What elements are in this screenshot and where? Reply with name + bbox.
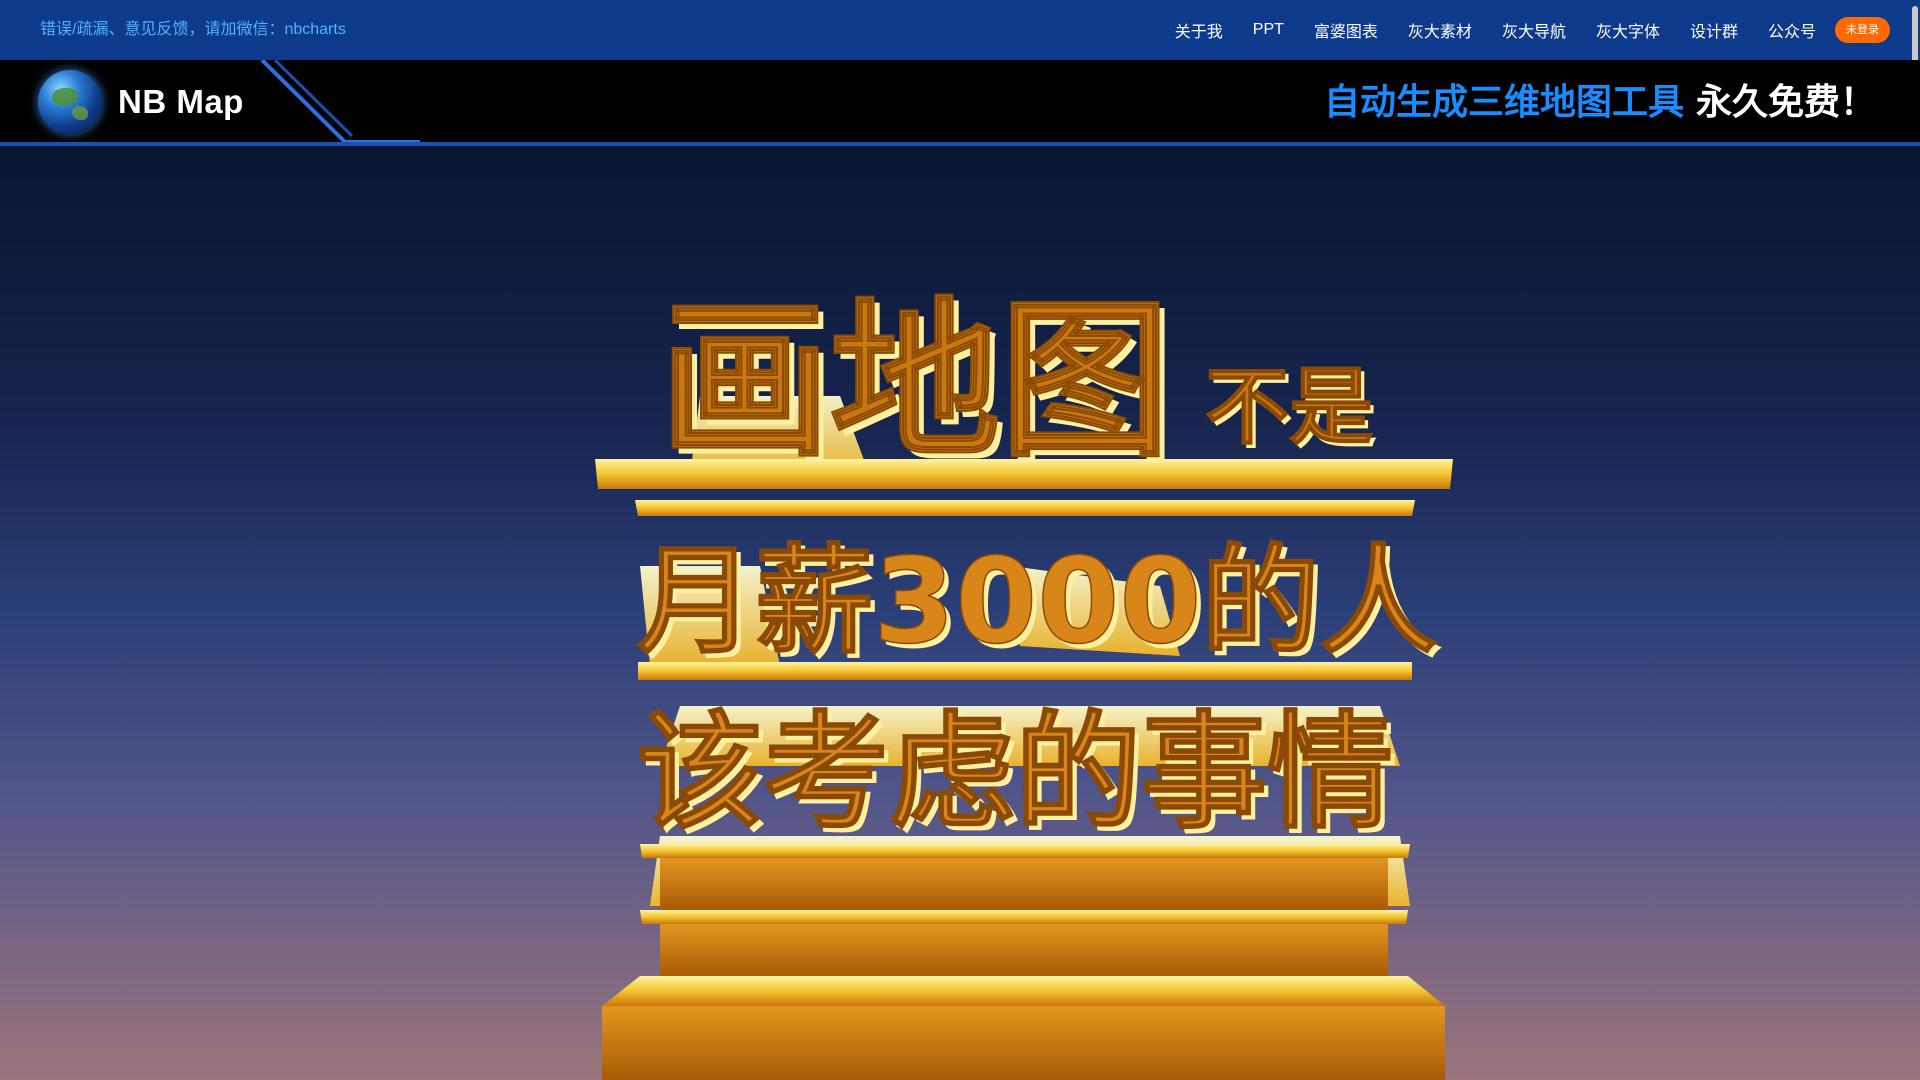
main-nav: 关于我 PPT 富婆图表 灰大素材 灰大导航 灰大字体 设计群 公众号 未登录 (1160, 0, 1890, 60)
nav-item-design-group[interactable]: 设计群 (1690, 18, 1738, 42)
header-slogan: 自动生成三维地图工具 永久免费！ (1324, 60, 1876, 144)
login-button[interactable]: 未登录 (1835, 17, 1890, 43)
hero-line3: 该考虑的事情 (637, 699, 1393, 846)
nav-item-materials[interactable]: 灰大素材 (1408, 18, 1472, 42)
hero-line2: 月薪3000的人 (637, 532, 1437, 670)
nav-item-charts[interactable]: 富婆图表 (1314, 18, 1378, 42)
hero-line1-big: 画地图 (660, 283, 1170, 481)
nav-item-ppt[interactable]: PPT (1253, 21, 1284, 39)
slogan-tail: 永久免费！ (1695, 81, 1876, 122)
top-nav-bar: 错误/疏漏、意见反馈，请加微信：nbcharts 关于我 PPT 富婆图表 灰大… (0, 0, 1920, 70)
slogan-highlight: 自动生成三维地图工具 (1323, 81, 1684, 122)
hero-line1-small: 不是 (1205, 358, 1373, 456)
hero-art: 画地图 画地图 不是 不是 月薪3000的人 月薪3000的人 该考虑的事情 该… (595, 282, 1453, 1080)
feedback-notice: 错误/疏漏、意见反馈，请加微信：nbcharts (40, 21, 346, 38)
hero-banner: 画地图 画地图 不是 不是 月薪3000的人 月薪3000的人 该考虑的事情 该… (0, 146, 1920, 1080)
hero-headline: 画地图 画地图 不是 不是 月薪3000的人 月薪3000的人 该考虑的事情 该… (636, 282, 1442, 851)
nav-item-fonts[interactable]: 灰大字体 (1596, 18, 1660, 42)
app-title[interactable]: NB Map (118, 60, 244, 144)
site-header: NB Map 自动生成三维地图工具 永久免费！ (0, 60, 1920, 146)
nav-item-about[interactable]: 关于我 (1175, 18, 1223, 42)
globe-icon[interactable] (38, 70, 102, 134)
nav-item-wechat-account[interactable]: 公众号 (1768, 18, 1816, 42)
nav-item-navigation[interactable]: 灰大导航 (1502, 18, 1566, 42)
